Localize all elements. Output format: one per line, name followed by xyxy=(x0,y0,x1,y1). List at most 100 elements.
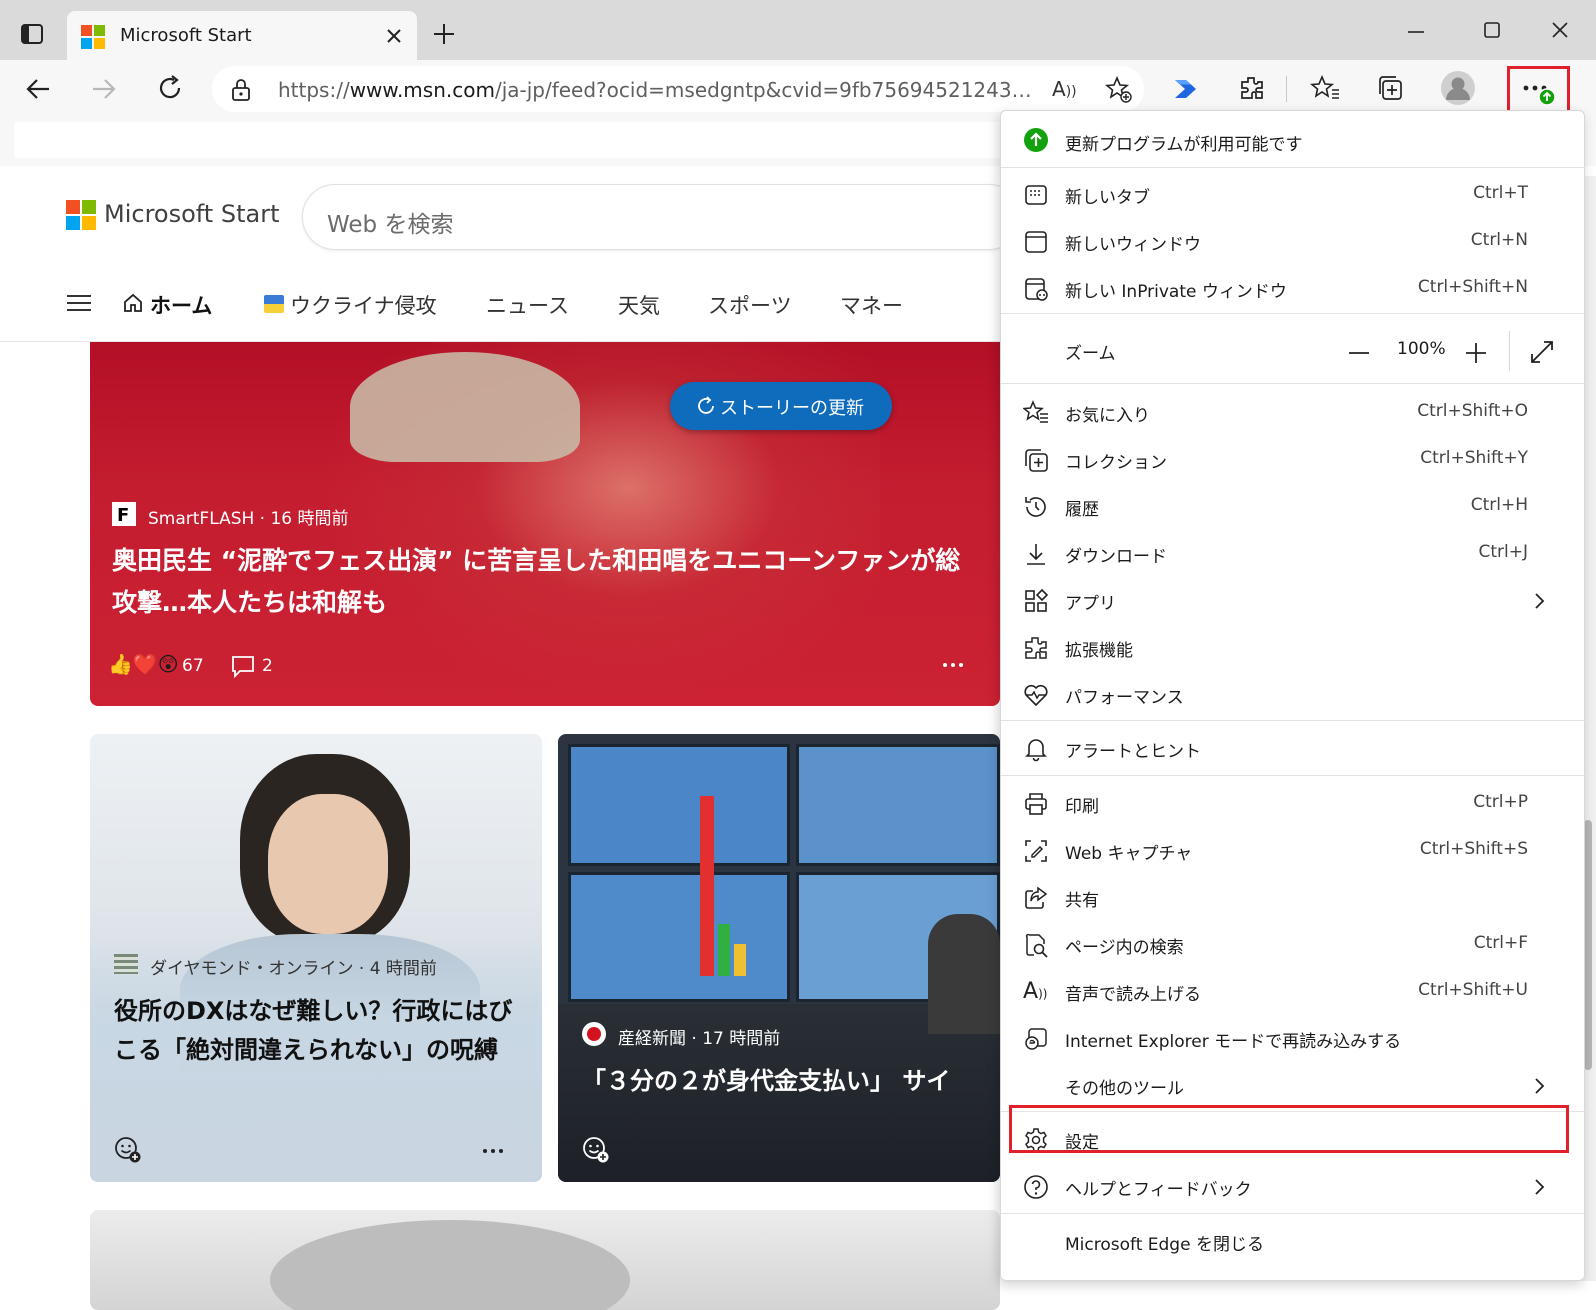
menu-downloads-label: ダウンロード xyxy=(1065,547,1167,567)
menu-divider xyxy=(1001,167,1586,168)
story-card-2[interactable]: 産経新聞 · 17 時間前 「３分の２が身代金支払い」 サイ xyxy=(558,734,1000,1182)
menu-find-on-page[interactable]: ページ内の検索 Ctrl+F xyxy=(1001,921,1586,968)
menu-collections[interactable]: コレクション Ctrl+Shift+Y xyxy=(1001,436,1586,483)
close-tab-icon[interactable] xyxy=(385,27,403,45)
menu-new-window-shortcut: Ctrl+N xyxy=(1470,230,1528,250)
new-tab-menu-icon xyxy=(1025,185,1047,205)
menu-new-inprivate[interactable]: 新しい InPrivate ウィンドウ Ctrl+Shift+N xyxy=(1001,265,1586,312)
refresh-icon[interactable] xyxy=(156,74,184,102)
menu-update-available[interactable]: 更新プログラムが利用可能です xyxy=(1001,115,1586,165)
card1-more-icon[interactable] xyxy=(482,1148,504,1154)
card2-react-icon[interactable] xyxy=(582,1136,610,1164)
sankei-logo-icon xyxy=(582,1022,606,1046)
card2-headline[interactable]: 「３分の２が身代金支払い」 サイ xyxy=(582,1060,1000,1102)
menu-new-window[interactable]: 新しいウィンドウ Ctrl+N xyxy=(1001,218,1586,265)
story-card-3[interactable] xyxy=(90,1210,1000,1310)
menu-web-capture[interactable]: Web キャプチャ Ctrl+Shift+S xyxy=(1001,827,1586,874)
menu-inprivate-label: 新しい InPrivate ウィンドウ xyxy=(1065,282,1287,302)
nav-ukraine[interactable]: ウクライナ侵攻 xyxy=(290,290,437,320)
menu-downloads[interactable]: ダウンロード Ctrl+J xyxy=(1001,530,1586,577)
menu-update-label: 更新プログラムが利用可能です xyxy=(1065,135,1303,155)
refresh-stories-button[interactable]: ストーリーの更新 xyxy=(670,382,892,430)
nav-weather[interactable]: 天気 xyxy=(618,290,660,320)
menu-read-aloud[interactable]: A)) 音声で読み上げる Ctrl+Shift+U xyxy=(1001,968,1586,1015)
menu-new-tab-shortcut: Ctrl+T xyxy=(1473,183,1528,203)
history-icon xyxy=(1025,497,1046,517)
card2-source[interactable]: 産経新聞 · 17 時間前 xyxy=(618,1024,780,1049)
menu-divider xyxy=(1001,313,1586,314)
menu-close-edge[interactable]: Microsoft Edge を閉じる xyxy=(1001,1218,1586,1265)
extensions-icon[interactable] xyxy=(1238,74,1266,102)
menu-alerts[interactable]: アラートとヒント xyxy=(1001,725,1586,772)
hero-story-card[interactable]: ストーリーの更新 F SmartFLASH · 16 時間前 奥田民生 “泥酔で… xyxy=(90,342,1000,706)
hamburger-menu-icon[interactable] xyxy=(66,293,92,313)
menu-favorites-shortcut: Ctrl+Shift+O xyxy=(1417,401,1528,421)
maximize-icon[interactable] xyxy=(1482,20,1502,40)
forward-icon[interactable] xyxy=(90,75,118,103)
collections-icon[interactable] xyxy=(1376,74,1404,102)
find-on-page-icon xyxy=(1025,933,1048,958)
address-bar[interactable]: https://www.msn.com/ja-jp/feed?ocid=msed… xyxy=(212,66,1144,112)
hero-source[interactable]: SmartFLASH · 16 時間前 xyxy=(148,504,349,529)
chevron-right-icon xyxy=(1535,1179,1545,1195)
brand-name[interactable]: Microsoft Start xyxy=(104,200,279,228)
menu-apps[interactable]: アプリ xyxy=(1001,577,1586,624)
highlight-settings xyxy=(1009,1105,1569,1153)
brand-logo-icon[interactable] xyxy=(66,200,96,230)
favorites-icon[interactable] xyxy=(1310,74,1340,102)
menu-inprivate-shortcut: Ctrl+Shift+N xyxy=(1417,277,1528,297)
lock-icon[interactable] xyxy=(230,78,252,102)
zoom-out-icon[interactable] xyxy=(1347,341,1371,365)
download-icon xyxy=(1027,544,1045,565)
search-input[interactable]: Web を検索 xyxy=(302,184,1022,250)
profile-avatar-icon[interactable] xyxy=(1440,70,1476,106)
hero-headline[interactable]: 奥田民生 “泥酔でフェス出演” に苦言呈した和田唱をユニコーンファンが総攻撃…本… xyxy=(112,540,972,624)
zoom-in-icon[interactable] xyxy=(1464,341,1488,365)
menu-history[interactable]: 履歴 Ctrl+H xyxy=(1001,483,1586,530)
highlight-more-button xyxy=(1507,66,1570,116)
power-automate-icon[interactable] xyxy=(1172,75,1200,103)
menu-ie-mode[interactable]: Internet Explorer モードで再読み込みする xyxy=(1001,1015,1586,1062)
card2-bar-yellow xyxy=(734,944,746,976)
card2-screen-3 xyxy=(568,872,790,1002)
hero-more-icon[interactable] xyxy=(942,662,964,668)
url-text[interactable]: https://www.msn.com/ja-jp/feed?ocid=msed… xyxy=(278,78,1038,102)
minimize-icon[interactable] xyxy=(1406,22,1426,42)
nav-sports[interactable]: スポーツ xyxy=(708,290,792,320)
card1-react-icon[interactable] xyxy=(114,1136,142,1164)
bell-icon xyxy=(1025,739,1047,762)
menu-help-feedback[interactable]: ヘルプとフィードバック xyxy=(1001,1163,1586,1210)
zoom-divider xyxy=(1509,331,1510,371)
tab-actions-icon[interactable] xyxy=(20,22,44,46)
menu-favorites[interactable]: お気に入り Ctrl+Shift+O xyxy=(1001,389,1586,436)
card2-screen-2 xyxy=(796,744,1000,866)
card1-source[interactable]: ダイヤモンド・オンライン · 4 時間前 xyxy=(150,954,437,979)
menu-share-label: 共有 xyxy=(1065,891,1099,911)
menu-extensions[interactable]: 拡張機能 xyxy=(1001,624,1586,671)
new-tab-icon[interactable] xyxy=(432,22,456,46)
read-aloud-icon[interactable]: A)) xyxy=(1052,77,1077,101)
nav-news[interactable]: ニュース xyxy=(486,290,569,320)
menu-new-tab[interactable]: 新しいタブ Ctrl+T xyxy=(1001,171,1586,218)
nav-money[interactable]: マネー xyxy=(840,290,903,320)
fullscreen-icon[interactable] xyxy=(1529,339,1555,365)
menu-share[interactable]: 共有 xyxy=(1001,874,1586,921)
menu-more-tools[interactable]: その他のツール xyxy=(1001,1062,1586,1109)
card2-screen-1 xyxy=(568,744,790,866)
card1-headline[interactable]: 役所のDXはなぜ難しい？行政にはびこる「絶対間違えられない」の呪縛 xyxy=(114,992,514,1070)
close-window-icon[interactable] xyxy=(1550,20,1570,40)
help-icon xyxy=(1024,1175,1048,1199)
nav-home[interactable]: ホーム xyxy=(150,290,212,320)
reaction-icons[interactable]: 👍❤️😲 xyxy=(108,652,179,676)
menu-performance[interactable]: パフォーマンス xyxy=(1001,671,1586,718)
add-favorite-icon[interactable] xyxy=(1105,76,1133,104)
menu-web-capture-shortcut: Ctrl+Shift+S xyxy=(1419,839,1528,859)
microsoft-logo-icon xyxy=(81,25,105,49)
back-icon[interactable] xyxy=(24,75,52,103)
story-card-1[interactable]: ダイヤモンド・オンライン · 4 時間前 役所のDXはなぜ難しい？行政にはびこる… xyxy=(90,734,542,1182)
favorites-bar-area xyxy=(14,122,1004,158)
comment-icon[interactable] xyxy=(230,654,256,678)
menu-print[interactable]: 印刷 Ctrl+P xyxy=(1001,780,1586,827)
chevron-right-icon xyxy=(1535,1078,1545,1094)
browser-tab[interactable]: Microsoft Start xyxy=(67,11,417,60)
